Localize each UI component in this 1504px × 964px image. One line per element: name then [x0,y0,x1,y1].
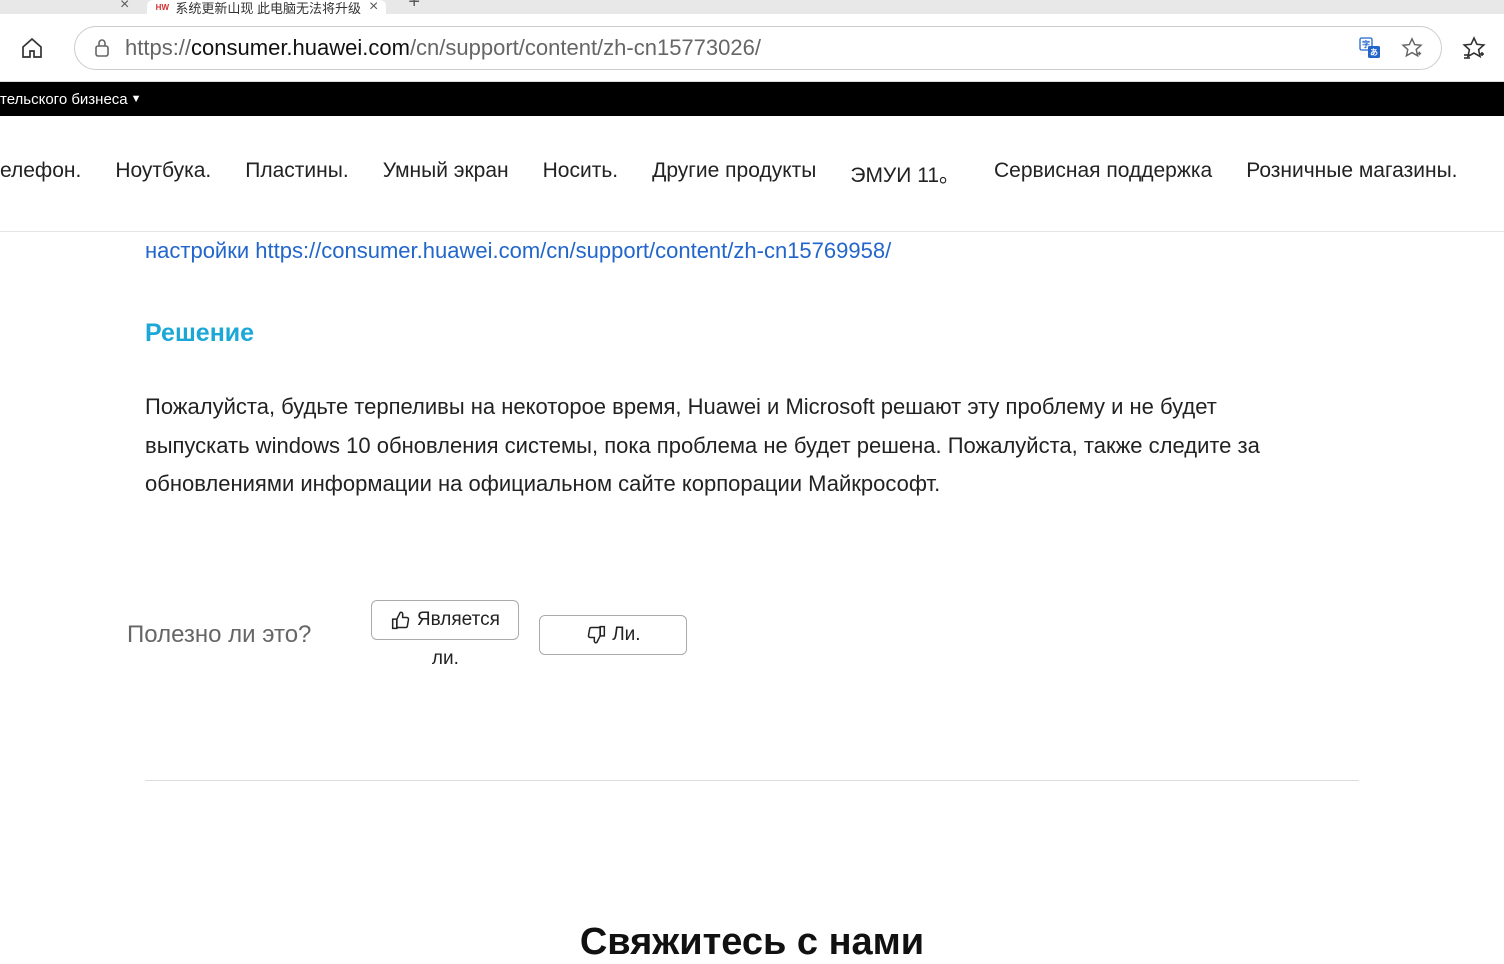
svg-text:あ: あ [1370,48,1378,57]
solution-heading: Решение [145,319,1359,348]
contact-heading: Свяжитесь с нами [145,921,1359,964]
brand-top-bar: тельского бизнеса ▼ [0,82,1504,116]
home-icon [20,36,44,60]
feedback-yes-label: Является [417,609,500,631]
translate-icon[interactable]: 字 あ [1359,37,1381,59]
divider [145,780,1359,781]
feedback-yes-button[interactable]: Является [371,600,519,640]
home-button[interactable] [18,34,46,62]
favorite-icon[interactable] [1401,37,1423,59]
url-field[interactable]: https://consumer.huawei.com/cn/support/c… [74,26,1442,70]
new-tab-button[interactable]: + [396,0,432,14]
browser-tab-active[interactable]: HW 系统更新山现 此电脑无法将升级 × [147,0,386,14]
address-bar: https://consumer.huawei.com/cn/support/c… [0,14,1504,82]
tab-title: 系统更新山现 此电脑无法将升级 [175,0,361,14]
browser-tab-strip: × HW 系统更新山现 此电脑无法将升级 × + [0,0,1504,14]
nav-item-retail[interactable]: Розничные магазины. [1246,159,1457,189]
nav-item-wearable[interactable]: Носить. [543,159,618,189]
nav-item-support[interactable]: Сервисная поддержка [994,159,1212,189]
feedback-no-button[interactable]: Ли. [539,615,687,655]
collections-button[interactable] [1462,36,1486,60]
feedback-row: Полезно ли это? Является ли. [145,600,1359,670]
thumbs-down-icon [586,625,606,645]
chevron-down-icon: ▼ [131,93,142,105]
nav-item-emui[interactable]: ЭМУИ 11。 [850,159,960,189]
feedback-no-label: Ли. [612,624,640,646]
nav-item-laptop[interactable]: Ноутбука. [115,159,211,189]
huawei-favicon-icon: HW [155,0,169,14]
url-actions: 字 あ [1359,37,1423,59]
close-icon[interactable]: × [369,0,378,14]
nav-item-smartscreen[interactable]: Умный экран [383,159,509,189]
close-icon[interactable]: × [110,0,139,14]
nav-item-tablet[interactable]: Пластины. [245,159,348,189]
lock-icon [93,38,111,58]
solution-text: Пожалуйста, будьте терпеливы на некоторо… [145,388,1295,504]
nav-item-other[interactable]: Другие продукты [652,159,816,189]
main-nav-list: елефон. Ноутбука. Пластины. Умный экран … [0,159,1458,189]
thumbs-up-icon [391,610,411,630]
nav-item-phone[interactable]: елефон. [0,159,81,189]
brand-dropdown[interactable]: тельского бизнеса ▼ [0,91,142,108]
main-nav: елефон. Ноутбука. Пластины. Умный экран … [0,116,1504,232]
feedback-question: Полезно ли это? [127,621,311,649]
related-link[interactable]: настройки https://consumer.huawei.com/cn… [145,232,1359,267]
feedback-yes-below: ли. [432,648,459,670]
url-text: https://consumer.huawei.com/cn/support/c… [125,35,1347,61]
article-content: настройки https://consumer.huawei.com/cn… [0,232,1504,964]
